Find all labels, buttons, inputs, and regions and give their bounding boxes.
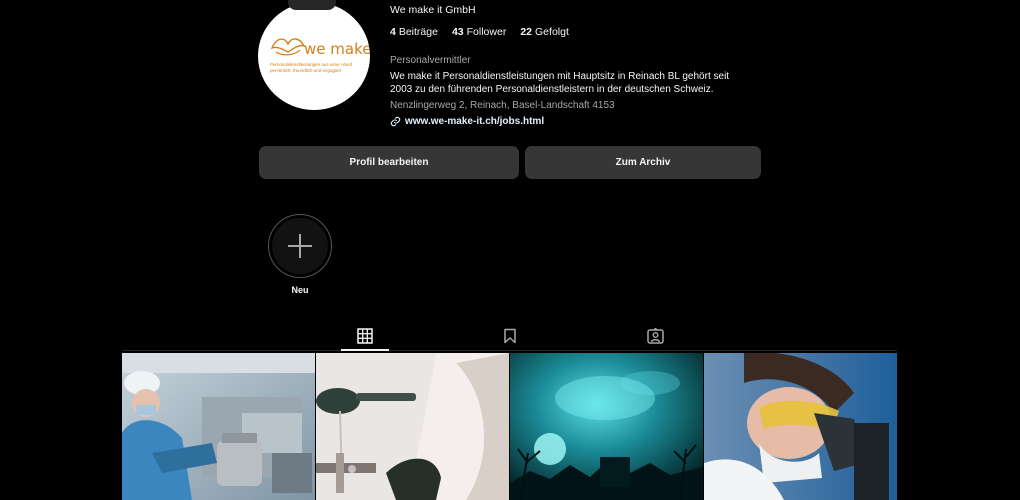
tab-divider [122, 350, 897, 351]
followers-count[interactable]: 43 Follower [452, 26, 506, 38]
post-image-lab-gloves [316, 353, 509, 500]
tab-saved[interactable] [500, 326, 520, 346]
hands-logo-icon [270, 38, 306, 56]
logo-text: we make it [304, 40, 370, 58]
post-image-teal-sky [510, 353, 703, 500]
post-tile[interactable] [704, 353, 897, 500]
bookmark-icon [504, 328, 516, 344]
profile-category: Personalvermittler [390, 55, 471, 66]
active-tab-indicator [341, 349, 389, 351]
note-bubble[interactable] [288, 0, 336, 10]
post-image-microscope [704, 353, 897, 500]
company-logo: we make it Personaldienstleistungen aus … [270, 32, 370, 82]
archive-button[interactable]: Zum Archiv [525, 146, 761, 179]
link-icon [390, 116, 401, 127]
edit-profile-button[interactable]: Profil bearbeiten [259, 146, 519, 179]
new-highlight-label: Neu [291, 285, 309, 295]
profile-address[interactable]: Nenzlingerweg 2, Reinach, Basel-Landscha… [390, 100, 615, 111]
logo-tagline: Personaldienstleistungen aus einer Hand … [270, 62, 353, 73]
post-tile[interactable] [316, 353, 509, 500]
link-text[interactable]: www.we-make-it.ch/jobs.html [405, 116, 544, 127]
tagged-user-icon [646, 328, 664, 344]
grid-icon [357, 328, 373, 344]
tab-posts[interactable] [355, 326, 375, 346]
profile-name: We make it GmbH [390, 4, 476, 16]
profile-bio: We make it Personaldienstleistungen mit … [390, 71, 730, 95]
posts-grid [122, 353, 897, 500]
new-highlight-button[interactable] [268, 214, 332, 278]
post-image-lab-worker [122, 353, 315, 500]
profile-link[interactable]: www.we-make-it.ch/jobs.html [390, 116, 544, 127]
profile-avatar[interactable]: we make it Personaldienstleistungen aus … [258, 0, 370, 110]
tab-tagged[interactable] [645, 326, 665, 346]
plus-icon [288, 234, 312, 258]
post-tile[interactable] [122, 353, 315, 500]
post-tile[interactable] [510, 353, 703, 500]
posts-count: 4 Beiträge [390, 26, 438, 38]
following-count[interactable]: 22 Gefolgt [520, 26, 569, 38]
profile-stats: 4 Beiträge 43 Follower 22 Gefolgt [390, 26, 569, 38]
